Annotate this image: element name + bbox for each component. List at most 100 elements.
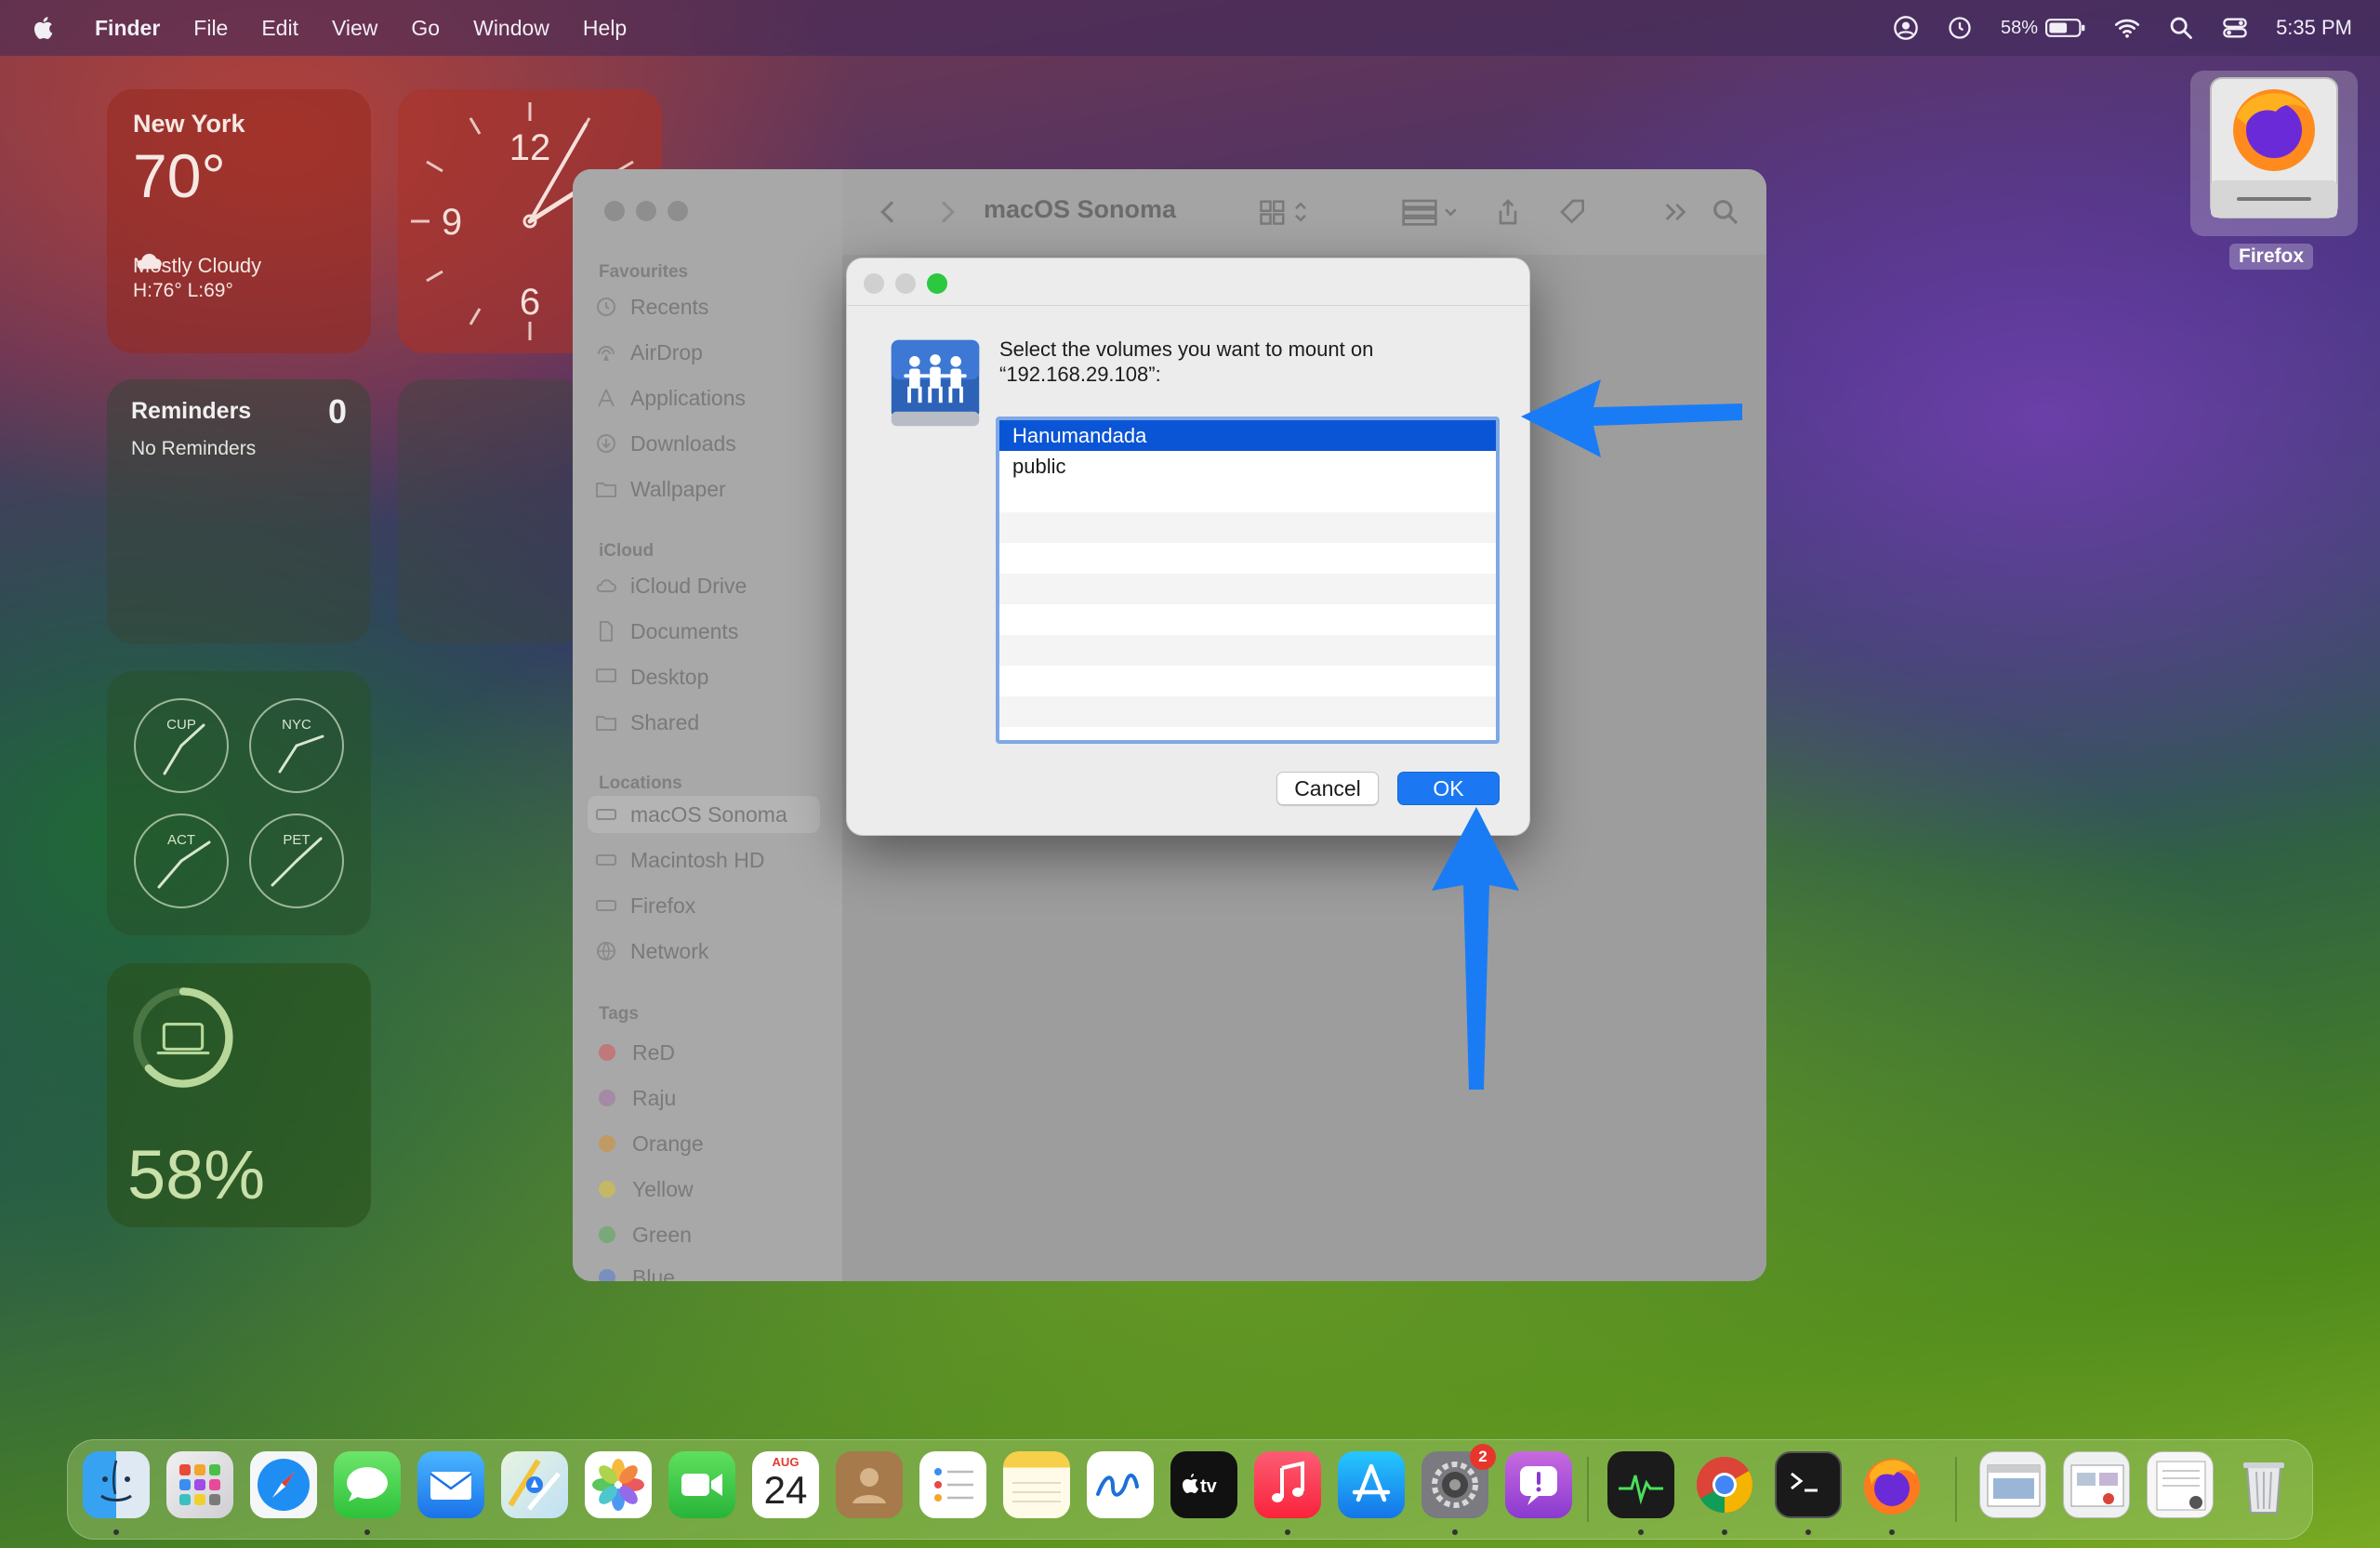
contacts-icon[interactable]	[836, 1451, 903, 1518]
apple-tv-label: tv	[1200, 1476, 1218, 1497]
dialog-close-button[interactable]	[864, 273, 884, 294]
system-settings-icon[interactable]: 2	[1421, 1444, 1496, 1518]
applications-icon	[595, 387, 617, 409]
volume-list-item[interactable]: Hanumandada	[999, 420, 1496, 451]
finder-dock-icon[interactable]	[83, 1451, 150, 1518]
menu-file[interactable]: File	[193, 16, 228, 41]
battery-widget[interactable]: 58%	[107, 963, 371, 1227]
forward-chevron-icon[interactable]	[932, 197, 961, 227]
apple-tv-icon[interactable]: tv	[1170, 1451, 1237, 1518]
control-center-icon[interactable]	[2222, 15, 2248, 41]
world-clock-city-2: NYC	[282, 717, 311, 733]
firefox-disk-icon	[2210, 77, 2338, 218]
menu-view[interactable]: View	[332, 16, 377, 41]
downloads-stack-icon[interactable]	[2147, 1451, 2214, 1518]
messages-icon[interactable]	[334, 1451, 401, 1518]
sidebar-item-network[interactable]: Network	[595, 933, 827, 970]
dialog-zoom-button[interactable]	[927, 273, 947, 294]
sidebar-item-recents[interactable]: Recents	[595, 288, 827, 325]
finder-minimize-button[interactable]	[636, 201, 656, 221]
calendar-icon[interactable]: AUG 24	[752, 1451, 819, 1518]
sidebar-tag-yellow[interactable]: Yellow	[595, 1171, 827, 1208]
sidebar-item-macintosh-hd[interactable]: Macintosh HD	[595, 841, 827, 879]
sidebar-item-documents[interactable]: Documents	[595, 613, 827, 650]
menu-window[interactable]: Window	[473, 16, 549, 41]
menu-edit[interactable]: Edit	[261, 16, 298, 41]
activity-monitor-icon[interactable]	[1607, 1451, 1674, 1518]
reminders-icon[interactable]	[919, 1451, 986, 1518]
mail-icon[interactable]	[417, 1451, 484, 1518]
search-icon[interactable]	[1711, 197, 1740, 227]
volume-list-item[interactable]: public	[999, 451, 1496, 482]
finder-zoom-button[interactable]	[668, 201, 688, 221]
empty-list-row	[999, 512, 1496, 543]
sidebar-item-downloads[interactable]: Downloads	[595, 425, 827, 462]
reminders-widget[interactable]: Reminders 0 No Reminders	[107, 379, 371, 643]
time-machine-icon[interactable]	[1947, 15, 1973, 41]
share-icon[interactable]	[1493, 197, 1523, 227]
freeform-icon[interactable]	[1087, 1451, 1154, 1518]
recent-window-thumbnail[interactable]	[2063, 1451, 2130, 1518]
notes-icon[interactable]	[1003, 1451, 1070, 1518]
firefox-desktop-label[interactable]: Firefox	[2229, 244, 2314, 270]
launchpad-icon[interactable]	[166, 1451, 233, 1518]
sidebar-item-label: Wallpaper	[630, 476, 726, 501]
menu-help[interactable]: Help	[583, 16, 627, 41]
facetime-icon[interactable]	[668, 1451, 735, 1518]
sidebar-item-airdrop[interactable]: AirDrop	[595, 334, 827, 371]
weather-temperature: 70°	[133, 141, 226, 210]
sidebar-tag-raju[interactable]: Raju	[595, 1079, 827, 1117]
photos-icon[interactable]	[585, 1451, 652, 1518]
menu-clock[interactable]: 5:35 PM	[2276, 16, 2352, 40]
sidebar-item-label: Blue	[632, 1264, 676, 1282]
terminal-icon[interactable]	[1775, 1451, 1842, 1518]
wifi-icon[interactable]	[2114, 15, 2140, 41]
sidebar-item-macos-sonoma[interactable]: macOS Sonoma	[588, 796, 820, 833]
sidebar-item-icloud-drive[interactable]: iCloud Drive	[595, 567, 827, 604]
spotlight-search-icon[interactable]	[2168, 15, 2194, 41]
running-indicator	[1452, 1529, 1458, 1535]
view-mode-grid-icon[interactable]	[1259, 197, 1315, 227]
sidebar-item-firefox[interactable]: Firefox	[595, 887, 827, 924]
world-clock-widget[interactable]: CUP NYC ACT PET	[107, 671, 371, 935]
back-chevron-icon[interactable]	[874, 197, 904, 227]
sidebar-tag-blue[interactable]: Blue	[595, 1259, 827, 1281]
cancel-button[interactable]: Cancel	[1276, 772, 1379, 805]
finder-close-button[interactable]	[604, 201, 625, 221]
sidebar-tag-orange[interactable]: Orange	[595, 1125, 827, 1162]
user-account-icon[interactable]	[1893, 15, 1919, 41]
sidebar-item-desktop[interactable]: Desktop	[595, 658, 827, 695]
feedback-assistant-icon[interactable]	[1505, 1451, 1572, 1518]
firefox-disk-desktop-icon[interactable]	[2190, 71, 2358, 236]
group-by-icon[interactable]	[1400, 197, 1461, 227]
dock: AUG 24 tv 2	[67, 1439, 2313, 1540]
sidebar-tag-green[interactable]: Green	[595, 1216, 827, 1253]
sidebar-item-applications[interactable]: Applications	[595, 379, 827, 417]
notification-badge: 2	[1470, 1444, 1496, 1470]
app-store-icon[interactable]	[1338, 1451, 1405, 1518]
weather-widget[interactable]: New York 70° Mostly Cloudy H:76° L:69°	[107, 89, 371, 353]
menu-app-name[interactable]: Finder	[95, 16, 160, 41]
safari-icon[interactable]	[250, 1451, 317, 1518]
menu-go[interactable]: Go	[411, 16, 440, 41]
sidebar-item-shared[interactable]: Shared	[595, 704, 827, 741]
apple-menu-icon[interactable]	[32, 15, 58, 41]
sidebar-tag-red[interactable]: ReD	[595, 1034, 827, 1071]
recent-window-thumbnail[interactable]	[1979, 1451, 2046, 1518]
sidebar-item-label: iCloud Drive	[630, 573, 747, 598]
finder-window-title: macOS Sonoma	[984, 195, 1177, 223]
chrome-icon[interactable]	[1691, 1451, 1758, 1518]
volume-list[interactable]: Hanumandada public	[996, 417, 1500, 744]
download-icon	[595, 432, 617, 455]
maps-icon[interactable]	[501, 1451, 568, 1518]
more-chevrons-icon[interactable]	[1660, 197, 1690, 227]
battery-icon[interactable]	[2045, 18, 2086, 38]
trash-icon[interactable]	[2230, 1451, 2297, 1518]
tag-icon[interactable]	[1558, 197, 1588, 227]
firefox-dock-icon[interactable]	[1858, 1451, 1925, 1518]
dialog-minimize-button[interactable]	[895, 273, 916, 294]
sidebar-item-wallpaper[interactable]: Wallpaper	[595, 470, 827, 508]
music-icon[interactable]	[1254, 1451, 1321, 1518]
finder-toolbar: macOS Sonoma	[842, 169, 1766, 255]
airdrop-icon	[595, 341, 617, 364]
